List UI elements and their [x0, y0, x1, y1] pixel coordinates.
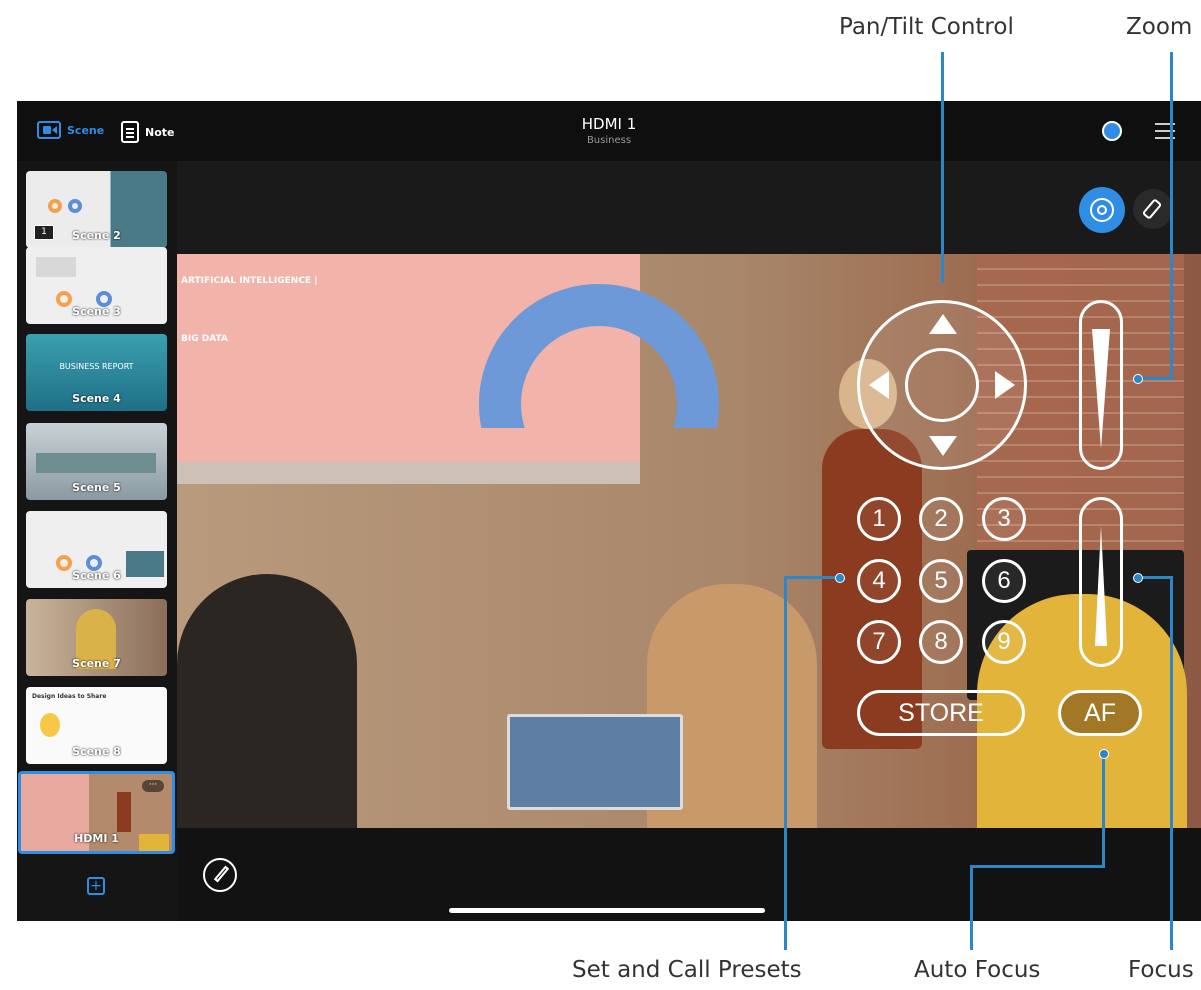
leader-line-zoom — [1138, 377, 1173, 380]
leader-line-presets — [784, 576, 787, 950]
focus-slider[interactable] — [1079, 497, 1123, 667]
pan-tilt-center[interactable] — [905, 348, 979, 422]
scene-heading: Design Ideas to Share — [32, 693, 107, 700]
ptz-icon[interactable] — [1079, 187, 1125, 233]
scene-thumb-6[interactable]: Scene 6 — [26, 511, 167, 588]
tilt-up-arrow[interactable] — [929, 314, 957, 334]
store-preset-button[interactable]: STORE — [857, 690, 1025, 736]
window-title: HDMI 1 — [581, 115, 637, 133]
pencil-icon[interactable] — [203, 858, 237, 892]
leader-dot-focus — [1133, 573, 1143, 583]
projection-screen-bottom — [177, 462, 640, 484]
scene-thumb-label: HDMI 1 — [74, 832, 119, 845]
more-options-button[interactable] — [1102, 121, 1122, 141]
tilt-down-arrow[interactable] — [929, 436, 957, 456]
leader-line-zoom — [1170, 52, 1173, 379]
preset-button-3[interactable]: 3 — [982, 497, 1026, 541]
leader-line-pan-tilt — [941, 52, 944, 283]
leader-line-auto-focus — [970, 865, 1105, 868]
pan-right-arrow[interactable] — [995, 371, 1015, 399]
scene-thumb-label: Scene 8 — [72, 745, 121, 758]
leader-dot-presets — [835, 573, 845, 583]
leader-line-auto-focus — [970, 865, 973, 950]
preset-button-4[interactable]: 4 — [857, 559, 901, 603]
slide-text: ARTIFICIAL INTELLIGENCE | — [181, 276, 318, 286]
callout-auto-focus: Auto Focus — [914, 957, 1041, 983]
leader-line-presets — [784, 576, 840, 579]
scene-sidebar: 1 Scene 2 Scene 3 BUSINESS REPORT Scene … — [17, 161, 177, 921]
scene-thumb-8[interactable]: Design Ideas to Share Scene 8 — [26, 687, 167, 764]
preset-button-5[interactable]: 5 — [919, 559, 963, 603]
bottom-toolbar — [177, 828, 1201, 921]
scene-thumb-label: Scene 2 — [72, 229, 121, 242]
preview-header-strip — [177, 161, 1201, 254]
slide-text: BIG DATA — [181, 334, 228, 344]
preset-button-1[interactable]: 1 — [857, 497, 901, 541]
scene-thumb-label: Scene 5 — [72, 481, 121, 494]
scene-heading: BUSINESS REPORT — [59, 362, 134, 371]
camera-preview[interactable]: ARTIFICIAL INTELLIGENCE | BIG DATA 1 2 3… — [177, 254, 1201, 828]
top-bar: Scene Note HDMI 1 Business — [17, 101, 1201, 161]
auto-focus-button[interactable]: AF — [1058, 690, 1142, 736]
leader-dot-zoom — [1133, 374, 1143, 384]
scene-thumb-label: Scene 6 — [72, 569, 121, 582]
callout-zoom: Zoom — [1126, 14, 1193, 40]
audience-member — [177, 574, 357, 828]
slide-chart-arc — [479, 284, 719, 428]
preset-button-2[interactable]: 2 — [919, 497, 963, 541]
preset-button-9[interactable]: 9 — [982, 620, 1026, 664]
scene-thumb-4[interactable]: BUSINESS REPORT Scene 4 — [26, 334, 167, 411]
scene-thumb-label: Scene 7 — [72, 657, 121, 670]
leader-line-auto-focus — [1102, 752, 1105, 867]
callout-focus: Focus — [1128, 957, 1194, 983]
app-window: Scene Note HDMI 1 Business 1 Scene 2 Sce… — [17, 101, 1201, 921]
add-scene-button[interactable]: + — [87, 877, 105, 895]
scene-thumb-hdmi-1[interactable]: ··· HDMI 1 — [18, 771, 175, 854]
projected-slide: ARTIFICIAL INTELLIGENCE | BIG DATA — [177, 254, 719, 462]
scene-thumb-5[interactable]: Scene 5 — [26, 423, 167, 500]
callout-set-and-call-presets: Set and Call Presets — [572, 957, 802, 983]
scene-thumb-2[interactable]: 1 Scene 2 — [26, 171, 167, 248]
laptop — [507, 714, 683, 810]
preset-button-7[interactable]: 7 — [857, 620, 901, 664]
scene-thumb-label: Scene 3 — [72, 305, 121, 318]
more-icon[interactable]: ··· — [142, 780, 164, 792]
zoom-slider[interactable] — [1079, 300, 1123, 470]
leader-line-focus — [1170, 576, 1173, 950]
scene-thumb-label: Scene 4 — [72, 392, 121, 405]
scene-thumb-3[interactable]: Scene 3 — [26, 247, 167, 324]
leader-dot-auto-focus — [1099, 749, 1109, 759]
scene-thumb-7[interactable]: Scene 7 — [26, 599, 167, 676]
window-subtitle: Business — [586, 135, 632, 146]
preset-button-8[interactable]: 8 — [919, 620, 963, 664]
preset-button-6[interactable]: 6 — [982, 559, 1026, 603]
pan-left-arrow[interactable] — [869, 371, 889, 399]
window-title-block: HDMI 1 Business — [17, 115, 1201, 146]
callout-pan-tilt-control: Pan/Tilt Control — [839, 14, 1014, 40]
home-indicator — [449, 908, 765, 913]
remote-icon[interactable] — [1133, 189, 1173, 229]
leader-line-focus — [1138, 576, 1173, 579]
